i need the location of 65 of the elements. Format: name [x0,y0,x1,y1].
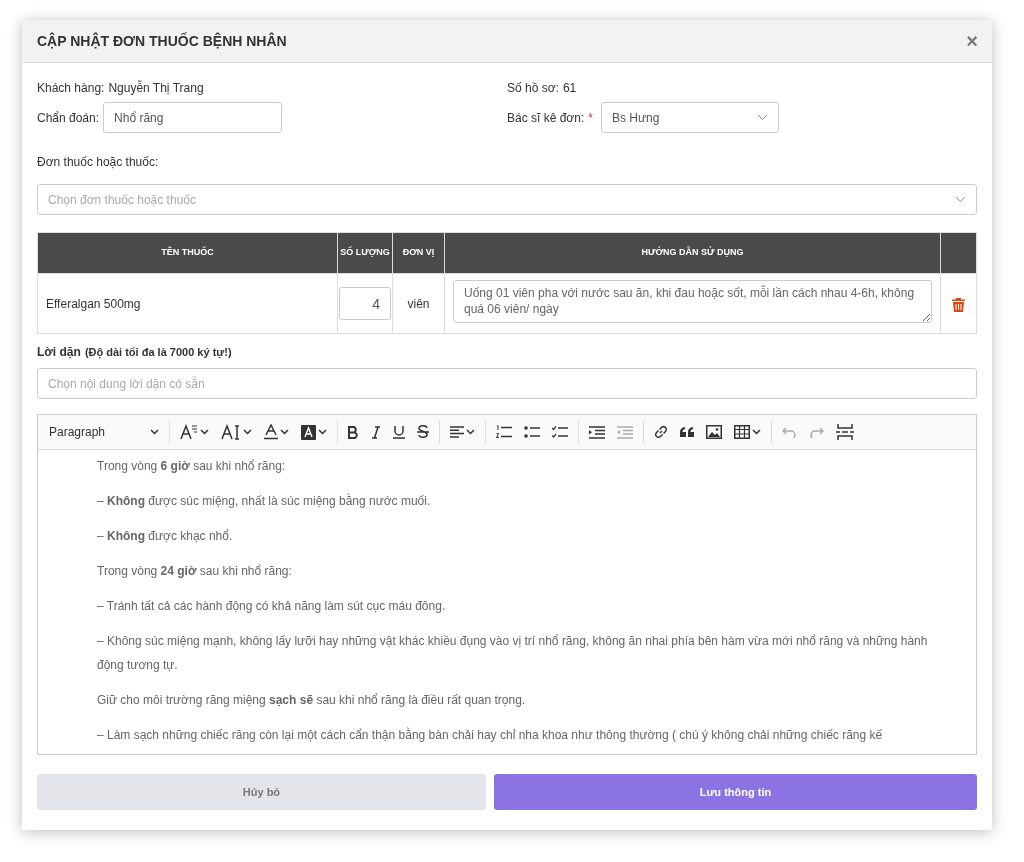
advice-paragraph: – Làm sạch những chiếc răng còn lại một cách cẩn thận bằng bàn chải hay chỉ nha khoa như thông thường ( chú ý không chải những chiếc răng kế [97,726,884,744]
caret-icon [318,429,327,435]
outdent-icon [617,425,633,439]
instructions-field[interactable]: Uống 01 viên pha với nước sau ăn, khi đau hoặc sốt, mỗi lần cách nhau 4-6h, không quá 06 viên/ ngày [453,279,932,323]
column-header: ĐƠN VỊ [392,232,445,274]
undo-icon [782,426,797,438]
modal-title: CẬP NHẬT ĐƠN THUỐC BỆNH NHÂN [37,31,287,51]
advice-paragraph: Trong vòng 24 giờ sau khi nhổ răng: [97,563,293,580]
customer-label: Khách hàng: [37,80,105,97]
italic-icon [371,425,381,439]
page-break-icon [836,424,854,440]
caret-icon [752,429,761,435]
medicine-name: Efferalgan 500mg [46,296,141,311]
bold-icon [348,425,359,439]
image-icon [706,425,722,439]
caret-icon [200,429,209,435]
checklist-icon [552,426,568,438]
diagnosis-label: Chẩn đoán: [37,109,100,127]
cancel-button[interactable]: Hủy bỏ [37,774,486,810]
bullet-list-icon [524,426,540,438]
indent-icon [589,425,605,439]
column-header: HƯỚNG DẪN SỬ DỤNG [444,232,941,274]
caret-icon [243,429,252,435]
column-header: TÊN THUỐC [37,232,338,274]
table-icon [734,425,750,439]
record-label: Số hồ sơ: [507,80,559,97]
font-size-icon [180,424,198,440]
numbered-list-icon [496,425,512,439]
caret-icon [466,429,475,435]
advice-hint: (Độ dài tối đa là 7000 ký tự!) [84,345,232,361]
close-button[interactable]: × [966,31,978,51]
advice-paragraph: – Không được súc miệng, nhất là súc miệng bằng nước muối. [97,492,432,510]
underline-icon [393,425,405,439]
rich-text-editor[interactable] [37,414,977,755]
doctor-label: Bác sĩ kê đơn: [507,109,585,127]
strikethrough-icon [417,425,429,439]
advice-paragraph: – Không được khạc nhổ. [97,528,234,545]
caret-icon [150,429,159,435]
doctor-select[interactable]: Bs Hưng [600,102,779,133]
customer-name: Nguyễn Thị Trang [108,79,204,97]
advice-label: Lời dặn [37,344,81,361]
caret-icon [280,429,289,435]
chevron-icon [955,196,966,203]
chevron-icon [756,114,768,121]
column-header: SỐ LƯỢNG [337,232,393,274]
font-color-icon [264,424,278,440]
quote-icon [680,427,694,437]
quantity-field[interactable]: 4 [339,287,391,320]
unit-text: viên [407,296,430,311]
advice-paragraph: Giữ cho môi trường răng miệng sạch sẽ sau khi nhổ răng là điều rất quan trọng. [97,692,527,709]
advice-paragraph: Trong vòng 6 giờ sau khi nhổ răng: [97,458,287,475]
save-button[interactable]: Lưu thông tin [493,774,977,810]
diagnosis-field[interactable]: Nhổ răng [103,102,283,133]
advice-paragraph: – Tránh tất cả các hành động có khả năng làm sút cục máu đông. [97,598,447,615]
record-number: 61 [562,80,577,97]
highlight-icon [301,424,316,440]
font-family-icon [221,424,241,440]
paragraph-style-dropdown[interactable]: Paragraph [44,418,164,446]
trash-icon[interactable] [952,296,965,312]
align-icon [450,426,464,438]
redo-icon [809,426,824,438]
advice-paragraph: – Không súc miệng mạnh, không lấy lưỡi hay những vật khác khiều đụng vào vị trí nhổ răng, không ăn nhai phía bên hàm vừa mới nhổ răng và những hành động tương tự. [97,633,929,674]
link-icon [654,425,668,439]
prescription-label: Đơn thuốc hoặc thuốc: [37,154,160,171]
required-mark: * [588,109,593,127]
